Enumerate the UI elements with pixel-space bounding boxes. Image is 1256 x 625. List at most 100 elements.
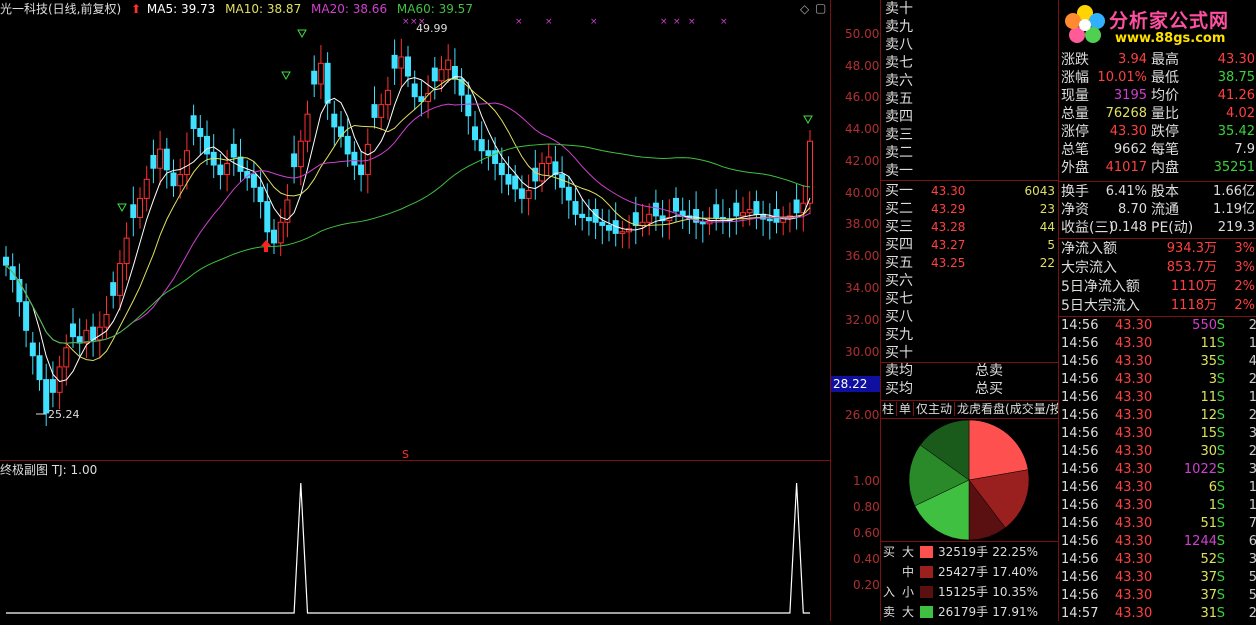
tick-row: 14:56 43.30 35 S 4 bbox=[1061, 354, 1256, 369]
sell-level-row[interactable]: 卖一 bbox=[883, 162, 1059, 180]
sell-level-row[interactable]: 卖五 bbox=[883, 90, 1059, 108]
candle-body bbox=[257, 186, 264, 203]
buy-level-row[interactable]: 买一 43.30 6043 bbox=[883, 182, 1059, 200]
buy-level-label: 买六 bbox=[885, 273, 913, 289]
candle-body bbox=[807, 140, 813, 204]
sell-level-row[interactable]: 卖七 bbox=[883, 54, 1059, 72]
diamond-icon[interactable]: ◇ bbox=[800, 2, 809, 16]
legend-volume: 15125手 bbox=[938, 585, 989, 599]
tab-bar[interactable]: 柱 bbox=[880, 402, 898, 416]
stock-title[interactable]: 光一科技(日线,前复权) bbox=[0, 2, 121, 16]
ma5-label: MA5: 39.73 bbox=[146, 2, 216, 16]
buy-level-row[interactable]: 买九 bbox=[883, 326, 1059, 344]
sell-level-row[interactable]: 卖二 bbox=[883, 144, 1059, 162]
close-icon[interactable]: ▢ bbox=[815, 1, 826, 15]
candle-body bbox=[652, 202, 659, 217]
quote-row: 涨跌 3.94 最高 43.30 bbox=[1061, 52, 1255, 68]
price-axis-label: 36.00 bbox=[845, 249, 880, 264]
candle-body bbox=[190, 115, 197, 129]
candle-body bbox=[123, 237, 130, 265]
candle-body bbox=[324, 62, 331, 104]
tick-row: 14:56 43.30 1022 S 3 bbox=[1061, 462, 1256, 477]
tj-signal-line bbox=[6, 482, 810, 614]
sell-level-row[interactable]: 卖四 bbox=[883, 108, 1059, 126]
current-price-tag: 28.22 bbox=[831, 376, 881, 392]
money-flow-row: 大宗流入 853.7万 3% bbox=[1061, 260, 1255, 276]
sell-level-row[interactable]: 卖十 bbox=[883, 0, 1059, 18]
logo-url[interactable]: www.88gs.com bbox=[1115, 31, 1225, 46]
buy-level-row[interactable]: 买二 43.29 23 bbox=[883, 200, 1059, 218]
legend-volume: 32519手 bbox=[938, 545, 989, 559]
legend-side: 卖 bbox=[883, 605, 896, 619]
sell-level-label: 卖四 bbox=[885, 109, 913, 125]
logo: 分析家公式网 www.88gs.com bbox=[1059, 0, 1256, 50]
candle-body bbox=[183, 150, 190, 176]
legend-side: 入 bbox=[883, 585, 896, 599]
legend-size: 大 bbox=[902, 545, 915, 559]
candle-body bbox=[177, 174, 184, 187]
buy-level-row[interactable]: 买六 bbox=[883, 272, 1059, 290]
tick-row: 14:56 43.30 30 S 2 bbox=[1061, 444, 1256, 459]
candle-body bbox=[505, 174, 512, 185]
sell-level-row[interactable]: 卖九 bbox=[883, 18, 1059, 36]
sub-axis-label: 0.60 bbox=[853, 526, 880, 540]
buy-level-label: 买八 bbox=[885, 309, 913, 325]
sell-level-label: 卖五 bbox=[885, 91, 913, 107]
buy-level-row[interactable]: 买五 43.25 22 bbox=[883, 254, 1059, 272]
sub-axis-label: 0.40 bbox=[853, 552, 880, 566]
low-annotation: 25.24 bbox=[48, 408, 80, 421]
cross-marker: × bbox=[720, 17, 728, 27]
buy-level-row[interactable]: 买四 43.27 5 bbox=[883, 236, 1059, 254]
legend-side: 买 bbox=[883, 545, 896, 559]
candle-body bbox=[137, 197, 143, 218]
candle-body bbox=[512, 175, 519, 190]
down-arrow-icon bbox=[281, 71, 291, 81]
candle-body bbox=[498, 162, 505, 176]
candle-body bbox=[110, 282, 117, 296]
sell-level-row[interactable]: 卖六 bbox=[883, 72, 1059, 90]
quote-row: 涨幅 10.01% 最低 38.75 bbox=[1061, 70, 1255, 86]
tab-single[interactable]: 单 bbox=[897, 402, 915, 416]
arrow-up-icon: ⬆ bbox=[131, 2, 142, 16]
candle-body bbox=[271, 229, 277, 244]
cross-marker: × bbox=[673, 17, 681, 27]
buy-level-row[interactable]: 买七 bbox=[883, 290, 1059, 308]
analysis-tabs: 柱单仅主动 龙虎看盘(成交量/按 bbox=[880, 400, 1058, 418]
candle-body bbox=[217, 164, 224, 176]
legend-size: 大 bbox=[902, 605, 915, 619]
tab-dragon-tiger[interactable]: 龙虎看盘(成交量/按 bbox=[955, 402, 1058, 416]
legend-size: 小 bbox=[902, 585, 915, 599]
sell-level-row[interactable]: 卖八 bbox=[883, 36, 1059, 54]
tick-row: 14:56 43.30 15 S 3 bbox=[1061, 426, 1256, 441]
tab-active-only[interactable]: 仅主动 bbox=[914, 402, 956, 416]
cross-marker: × bbox=[402, 17, 410, 27]
candle-body bbox=[143, 178, 150, 199]
down-arrow-icon bbox=[803, 115, 813, 125]
candle-body bbox=[277, 221, 284, 244]
candle-body bbox=[170, 172, 177, 187]
sell-level-row[interactable]: 卖三 bbox=[883, 126, 1059, 144]
tick-row: 14:56 43.30 11 S 1 bbox=[1061, 390, 1256, 405]
buy-level-row[interactable]: 买三 43.28 44 bbox=[883, 218, 1059, 236]
buy-level-label: 买三 bbox=[885, 219, 913, 235]
kline-chart[interactable]: 49.99 25.24 S × × × × × × × × × × 光一科技(日线,前复权) ⬆ MA5… bbox=[0, 0, 830, 461]
sell-level-label: 卖二 bbox=[885, 145, 913, 161]
candle-body bbox=[157, 148, 164, 169]
ma60-label: MA60: 39.57 bbox=[396, 2, 473, 16]
buy-level-row[interactable]: 买八 bbox=[883, 308, 1059, 326]
legend-percent: 22.25% bbox=[992, 545, 1038, 559]
candle-body bbox=[673, 197, 679, 212]
candle-body bbox=[344, 135, 351, 155]
tick-row: 14:56 43.30 1244 S 6 bbox=[1061, 534, 1256, 549]
price-axis-label: 38.00 bbox=[845, 217, 880, 232]
candle-body bbox=[311, 70, 318, 85]
candle-body bbox=[485, 150, 492, 157]
candle-body bbox=[398, 56, 405, 69]
buy-level-row[interactable]: 买十 bbox=[883, 344, 1059, 362]
sub-chart[interactable]: 终极副图 TJ: 1.00 bbox=[0, 460, 830, 622]
tick-row: 14:56 43.30 1 S 1 bbox=[1061, 498, 1256, 513]
candle-body bbox=[478, 139, 485, 152]
candle-body bbox=[338, 126, 344, 137]
candle-body bbox=[130, 204, 137, 218]
candle-body bbox=[431, 67, 438, 82]
